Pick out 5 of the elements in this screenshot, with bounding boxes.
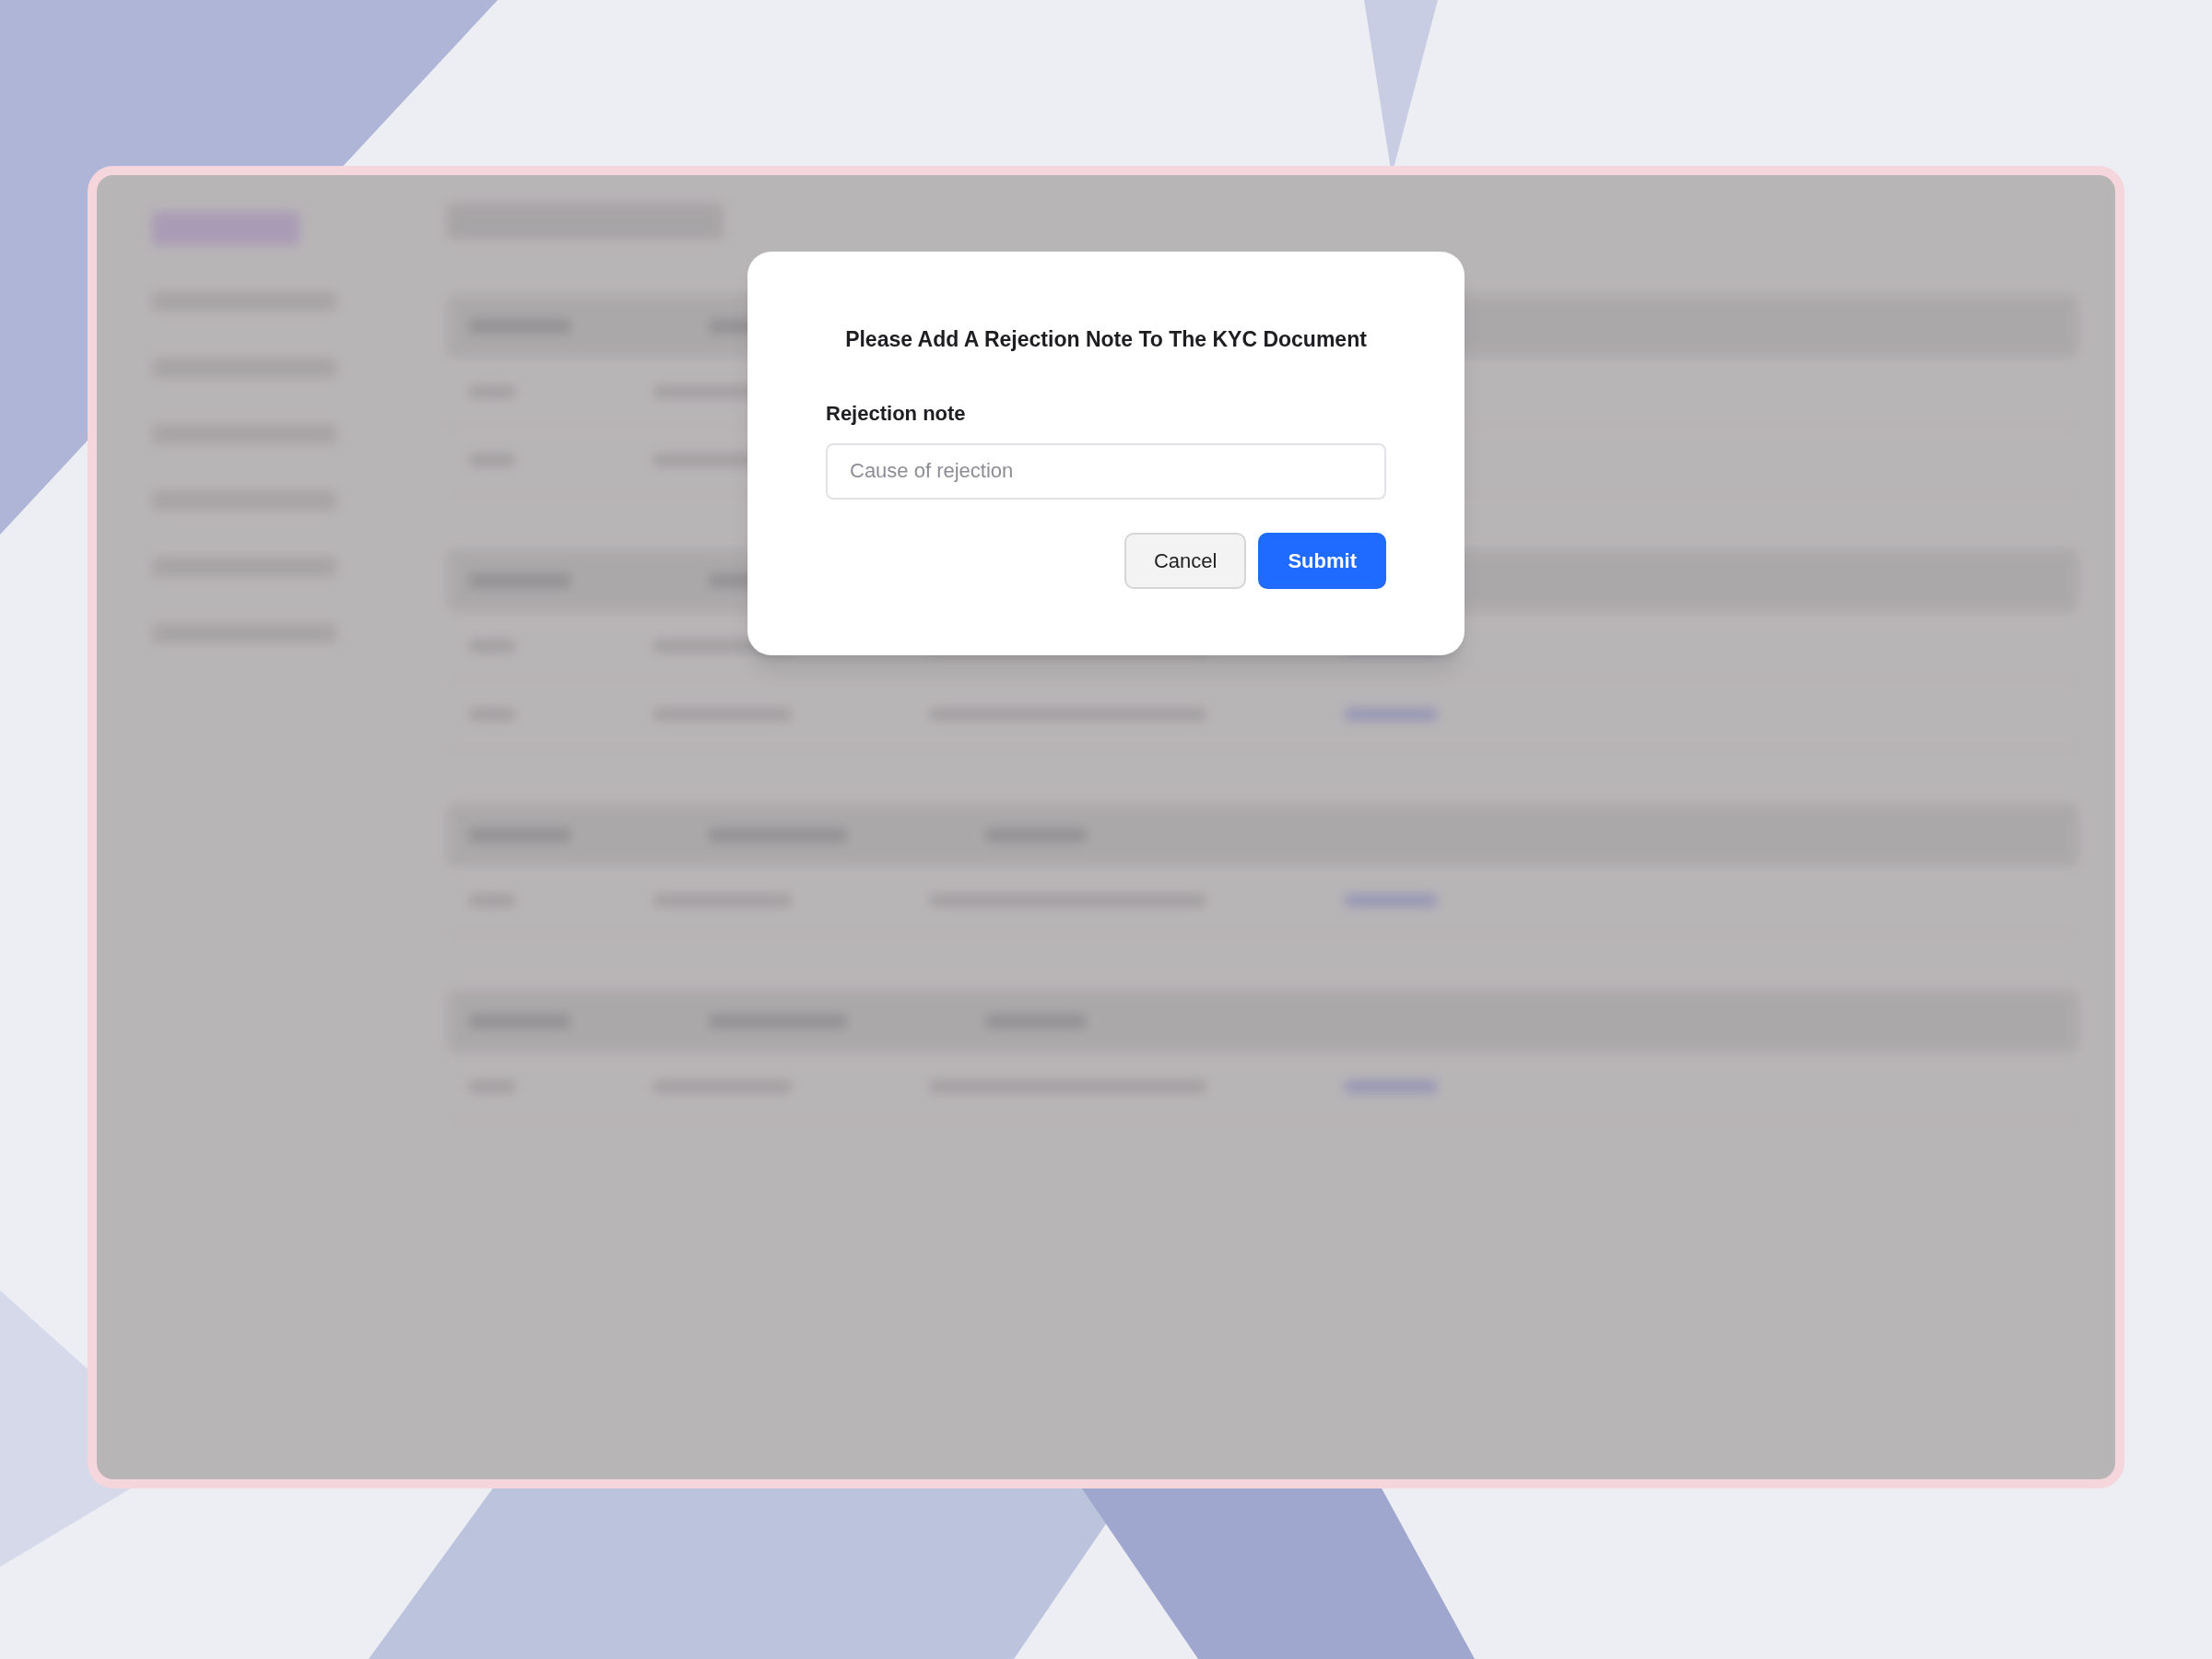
submit-button[interactable]: Submit [1258, 532, 1386, 589]
dialog-title: Please Add A Rejection Note To The KYC Document [844, 326, 1368, 353]
rejection-note-input[interactable]: Cause of rejection [826, 442, 1386, 500]
field-label: Rejection note [826, 400, 967, 427]
cancel-button[interactable]: Cancel [1124, 532, 1247, 589]
